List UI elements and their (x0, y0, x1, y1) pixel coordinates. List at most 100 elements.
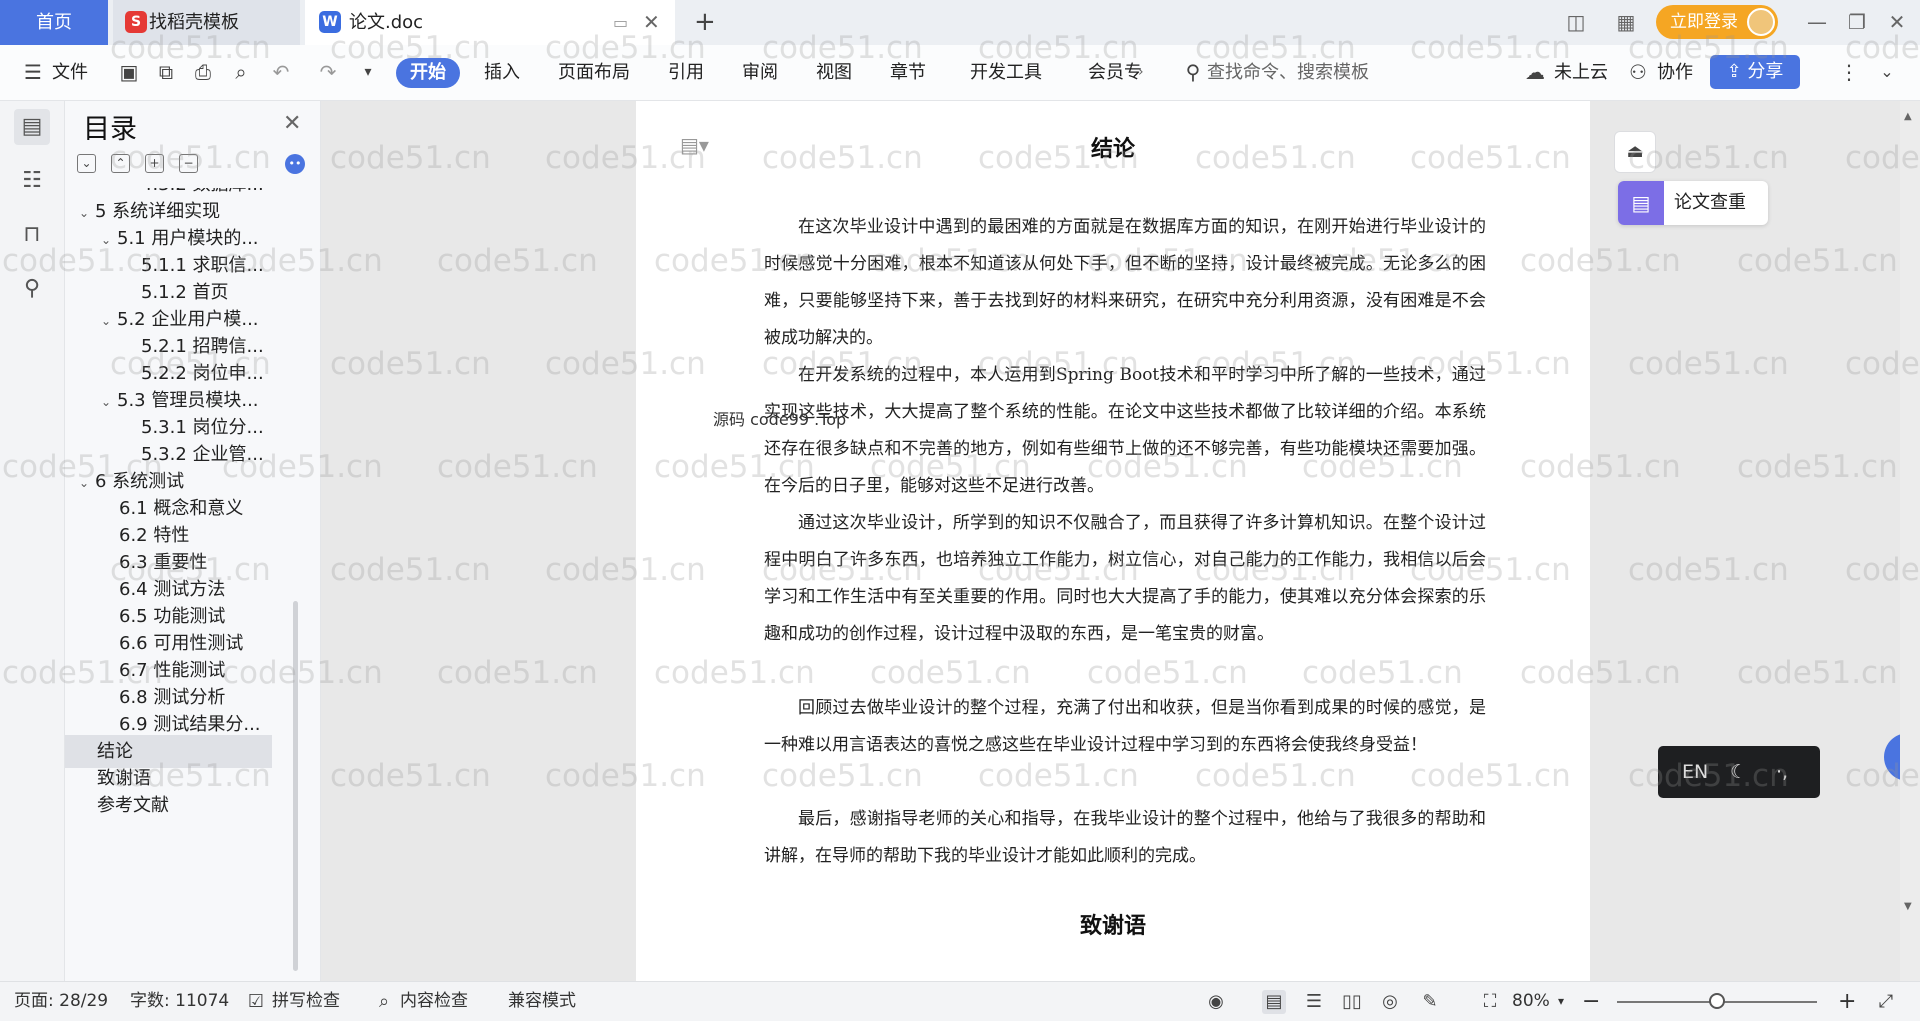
content-check-button[interactable]: 内容检查 (400, 982, 468, 1021)
plagiarism-check-button[interactable]: ▤ 论文查重 (1618, 181, 1768, 225)
collapse-ribbon-icon[interactable]: ⌄ (1874, 59, 1900, 85)
save-icon[interactable]: ▣ (116, 59, 142, 85)
vertical-scrollbar[interactable]: ▲ ▼ (1900, 101, 1920, 981)
redo-icon[interactable]: ↷ (315, 59, 341, 85)
collab-button[interactable]: 协作 (1657, 45, 1693, 100)
reading-view-icon[interactable]: ▯▯ (1340, 990, 1364, 1014)
tab-start[interactable]: 开始 (396, 58, 460, 88)
toc-item-label: 5.1 用户模块的... (117, 228, 259, 249)
outline-icon[interactable]: ☷ (14, 163, 50, 199)
ime-toolbar[interactable]: EN ☾ ·, (1658, 746, 1820, 798)
spell-check-button[interactable]: 拼写检查 (272, 982, 340, 1021)
scroll-down-icon[interactable]: ▼ (1904, 901, 1912, 912)
toc-panel-icon[interactable]: ▤ (14, 109, 50, 145)
zoom-dropdown-icon[interactable]: ▾ (1558, 982, 1564, 1021)
close-icon[interactable]: ✕ (283, 111, 301, 136)
compat-mode: 兼容模式 (508, 991, 576, 1011)
tab-insert[interactable]: 插入 (484, 45, 520, 100)
tab-review[interactable]: 审阅 (742, 45, 778, 100)
tab-home[interactable]: 首页 (0, 0, 108, 45)
file-menu[interactable]: 文件 (52, 45, 88, 100)
command-search[interactable]: 查找命令、搜索模板 (1207, 45, 1369, 100)
word-count[interactable]: 字数: 11074 (130, 982, 229, 1021)
toc-item-label: 参考文献 (97, 795, 169, 816)
print-preview-icon[interactable]: ⌕ (228, 59, 254, 85)
minimize-icon[interactable]: — (1803, 8, 1831, 36)
status-bar: 页面: 28/29 字数: 11074 ☑ 拼写检查 ⌕ 内容检查 兼容模式 ◉… (0, 981, 1920, 1021)
toc-item-label: 5.1.2 首页 (141, 282, 229, 303)
scroll-to-top-button[interactable]: ⏏ (1614, 131, 1656, 173)
page-indicator[interactable]: 页面: 28/29 (14, 982, 108, 1021)
heading-conclusion: 结论 (1090, 136, 1135, 162)
expand-all-icon[interactable]: ⌄ (77, 154, 96, 173)
tab-document-label: 论文.doc (349, 12, 424, 33)
layout-icon[interactable]: ◫ (1562, 8, 1590, 36)
page-view-icon[interactable]: ▤ (1262, 990, 1286, 1014)
find-icon[interactable]: ⚲ (14, 271, 50, 307)
overlay-watermark-text: 源码 code99 .Top (713, 410, 847, 429)
toc-title: 目录 (83, 114, 137, 145)
fullscreen-icon[interactable]: ⤢ (1874, 990, 1898, 1014)
export-icon[interactable]: ⧉ (153, 59, 179, 85)
outline-view-icon[interactable]: ☰ (1302, 990, 1326, 1014)
zoom-out-icon[interactable]: − (1582, 982, 1600, 1021)
add-heading-icon[interactable]: + (145, 154, 164, 173)
scroll-up-icon[interactable]: ▲ (1904, 111, 1912, 122)
content-check-icon: ⌕ (378, 991, 390, 1012)
bookmark-icon[interactable]: ⊓ (14, 217, 50, 253)
cloud-status[interactable]: 未上云 (1554, 45, 1608, 100)
avatar[interactable] (1747, 8, 1775, 36)
monitor-icon[interactable]: ▭ (613, 0, 628, 45)
ime-language[interactable]: EN (1682, 746, 1708, 798)
tab-member[interactable]: 会员专 (1088, 45, 1142, 100)
toc-item-label: 6.6 可用性测试 (119, 633, 244, 654)
menu-icon[interactable]: ☰ (20, 59, 46, 85)
title-bar: 首页 S 找稻壳模板 W 论文.doc ▭ ✕ + ◫ ▦ 立即登录 — ❐ ✕ (0, 0, 1920, 45)
more-icon[interactable]: ⋮ (1836, 59, 1862, 85)
check-icon: ▤ (1618, 181, 1664, 225)
document-page[interactable]: ▤▾ 结论 在这次毕业设计中遇到的最困难的方面就是在数据库方面的知识，在刚开始进… (636, 101, 1590, 981)
apps-grid-icon[interactable]: ▦ (1612, 8, 1640, 36)
new-tab-icon[interactable]: + (694, 0, 716, 45)
quick-access-dropdown-icon[interactable]: ▾ (355, 59, 381, 85)
toc-item[interactable]: 参考文献 (65, 789, 272, 822)
close-window-icon[interactable]: ✕ (1883, 8, 1911, 36)
zoom-in-icon[interactable]: + (1838, 982, 1856, 1021)
write-mode-icon[interactable]: ✎ (1418, 990, 1442, 1014)
cloud-icon: ☁ (1525, 60, 1545, 84)
wps-writer-icon: W (319, 11, 341, 33)
paragraph-5: 最后，感谢指导老师的关心和指导，在我毕业设计的整个过程中，他给与了我很多的帮助和… (764, 809, 1486, 866)
tab-references[interactable]: 引用 (668, 45, 704, 100)
paragraph-1: 在这次毕业设计中遇到的最困难的方面就是在数据库方面的知识，在刚开始进行毕业设计的… (764, 217, 1486, 348)
close-tab-icon[interactable]: ✕ (643, 0, 660, 45)
toc-item-label: 4.3.2 数据库... (141, 188, 264, 195)
restore-icon[interactable]: ❐ (1843, 8, 1871, 36)
search-icon: ⚲ (1185, 60, 1201, 84)
ai-assistant-icon[interactable]: •• (285, 154, 305, 174)
toc-item-label: 5.1.1 求职信... (141, 255, 264, 276)
web-view-icon[interactable]: ◎ (1378, 990, 1402, 1014)
fit-page-icon[interactable]: ⛶ (1478, 990, 1502, 1014)
tab-section[interactable]: 章节 (890, 45, 926, 100)
tab-page-layout[interactable]: 页面布局 (558, 45, 630, 100)
eye-protection-icon[interactable]: ◉ (1204, 990, 1228, 1014)
undo-icon[interactable]: ↶ (268, 59, 294, 85)
zoom-slider-knob[interactable] (1709, 993, 1725, 1009)
print-icon[interactable]: ⎙ (190, 59, 216, 85)
toc-item-label: 6.8 测试分析 (119, 687, 226, 708)
collapse-all-icon[interactable]: ⌃ (111, 154, 130, 173)
toc-item-label: 5.3.1 岗位分... (141, 417, 264, 438)
toc-scrollbar[interactable] (293, 601, 298, 971)
tab-developer[interactable]: 开发工具 (970, 45, 1042, 100)
zoom-level[interactable]: 80% (1512, 982, 1550, 1021)
tab-daoke-templates[interactable]: S 找稻壳模板 (113, 0, 300, 45)
remove-heading-icon[interactable]: − (179, 154, 198, 173)
toc-item-label: 5.2 企业用户模... (117, 309, 259, 330)
punctuation-icon[interactable]: ·, (1776, 746, 1788, 798)
toc-item-label: 6 系统测试 (95, 471, 185, 492)
tab-view[interactable]: 视图 (816, 45, 852, 100)
moon-icon[interactable]: ☾ (1730, 746, 1747, 798)
more-tabs-icon[interactable]: › (1138, 45, 1144, 100)
share-button[interactable]: ⇪ 分享 (1710, 55, 1800, 89)
tab-document[interactable]: W 论文.doc ▭ ✕ (305, 0, 675, 45)
